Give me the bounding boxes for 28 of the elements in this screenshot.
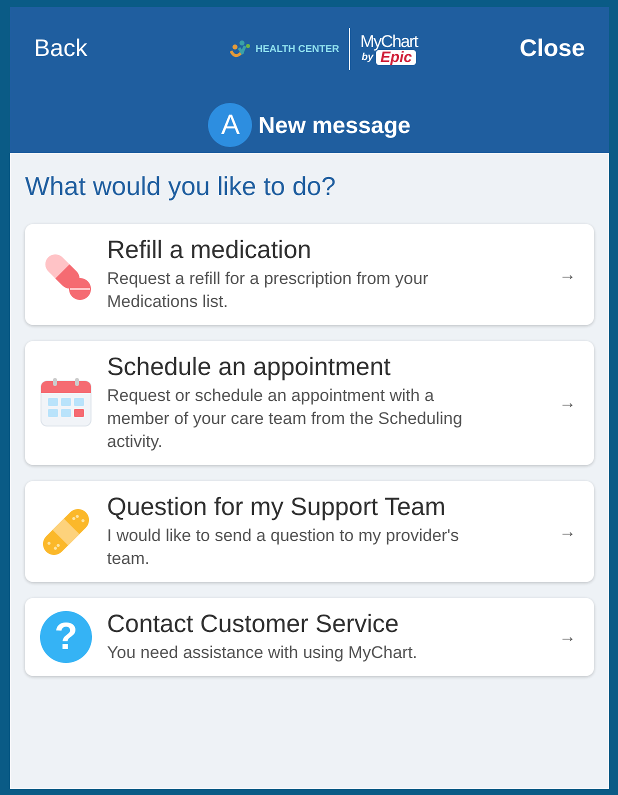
app-name: MyChart [360, 33, 418, 50]
option-description: I would like to send a question to my provider's team. [107, 525, 460, 570]
close-button[interactable]: Close [514, 35, 591, 63]
arrow-icon: → [559, 522, 576, 542]
page-heading: What would you like to do? [25, 171, 337, 202]
help-icon: ? [40, 611, 92, 663]
by-label: by [362, 52, 374, 62]
option-description: You need assistance with using MyChart. [107, 642, 418, 664]
option-title: Contact Customer Service [107, 610, 400, 639]
arrow-icon: → [559, 627, 576, 647]
back-button[interactable]: Back [28, 35, 94, 63]
option-title: Schedule an appointment [107, 353, 392, 382]
option-title: Question for my Support Team [107, 493, 447, 522]
arrow-icon: → [559, 393, 576, 413]
option-description: Request or schedule an appointment with a member of your care team from the Scheduling activity. [107, 385, 464, 453]
screen-title: New message [258, 112, 411, 138]
calendar-icon [39, 378, 93, 428]
option-card[interactable]: Question for my Support Team I would like to send a question to my provider's team. → [25, 481, 594, 582]
option-card[interactable]: Refill a medication Request a refill for a prescription from your Medications list. → [25, 224, 594, 325]
avatar: A [208, 103, 252, 147]
organization-name: HEALTH CENTER [256, 44, 340, 54]
vendor-logo: Epic [376, 50, 416, 65]
arrow-icon: → [559, 264, 576, 284]
option-card[interactable]: ? Contact Customer Service You need assistance with using MyChart. → [25, 598, 594, 676]
option-card[interactable]: Schedule an appointment Request or schedule an appointment with a member of your care team from the Scheduling activity. → [25, 341, 594, 465]
people-logo-icon [230, 39, 252, 59]
option-title: Refill a medication [107, 236, 312, 265]
option-description: Request a refill for a prescription from your Medications list. [107, 268, 430, 313]
